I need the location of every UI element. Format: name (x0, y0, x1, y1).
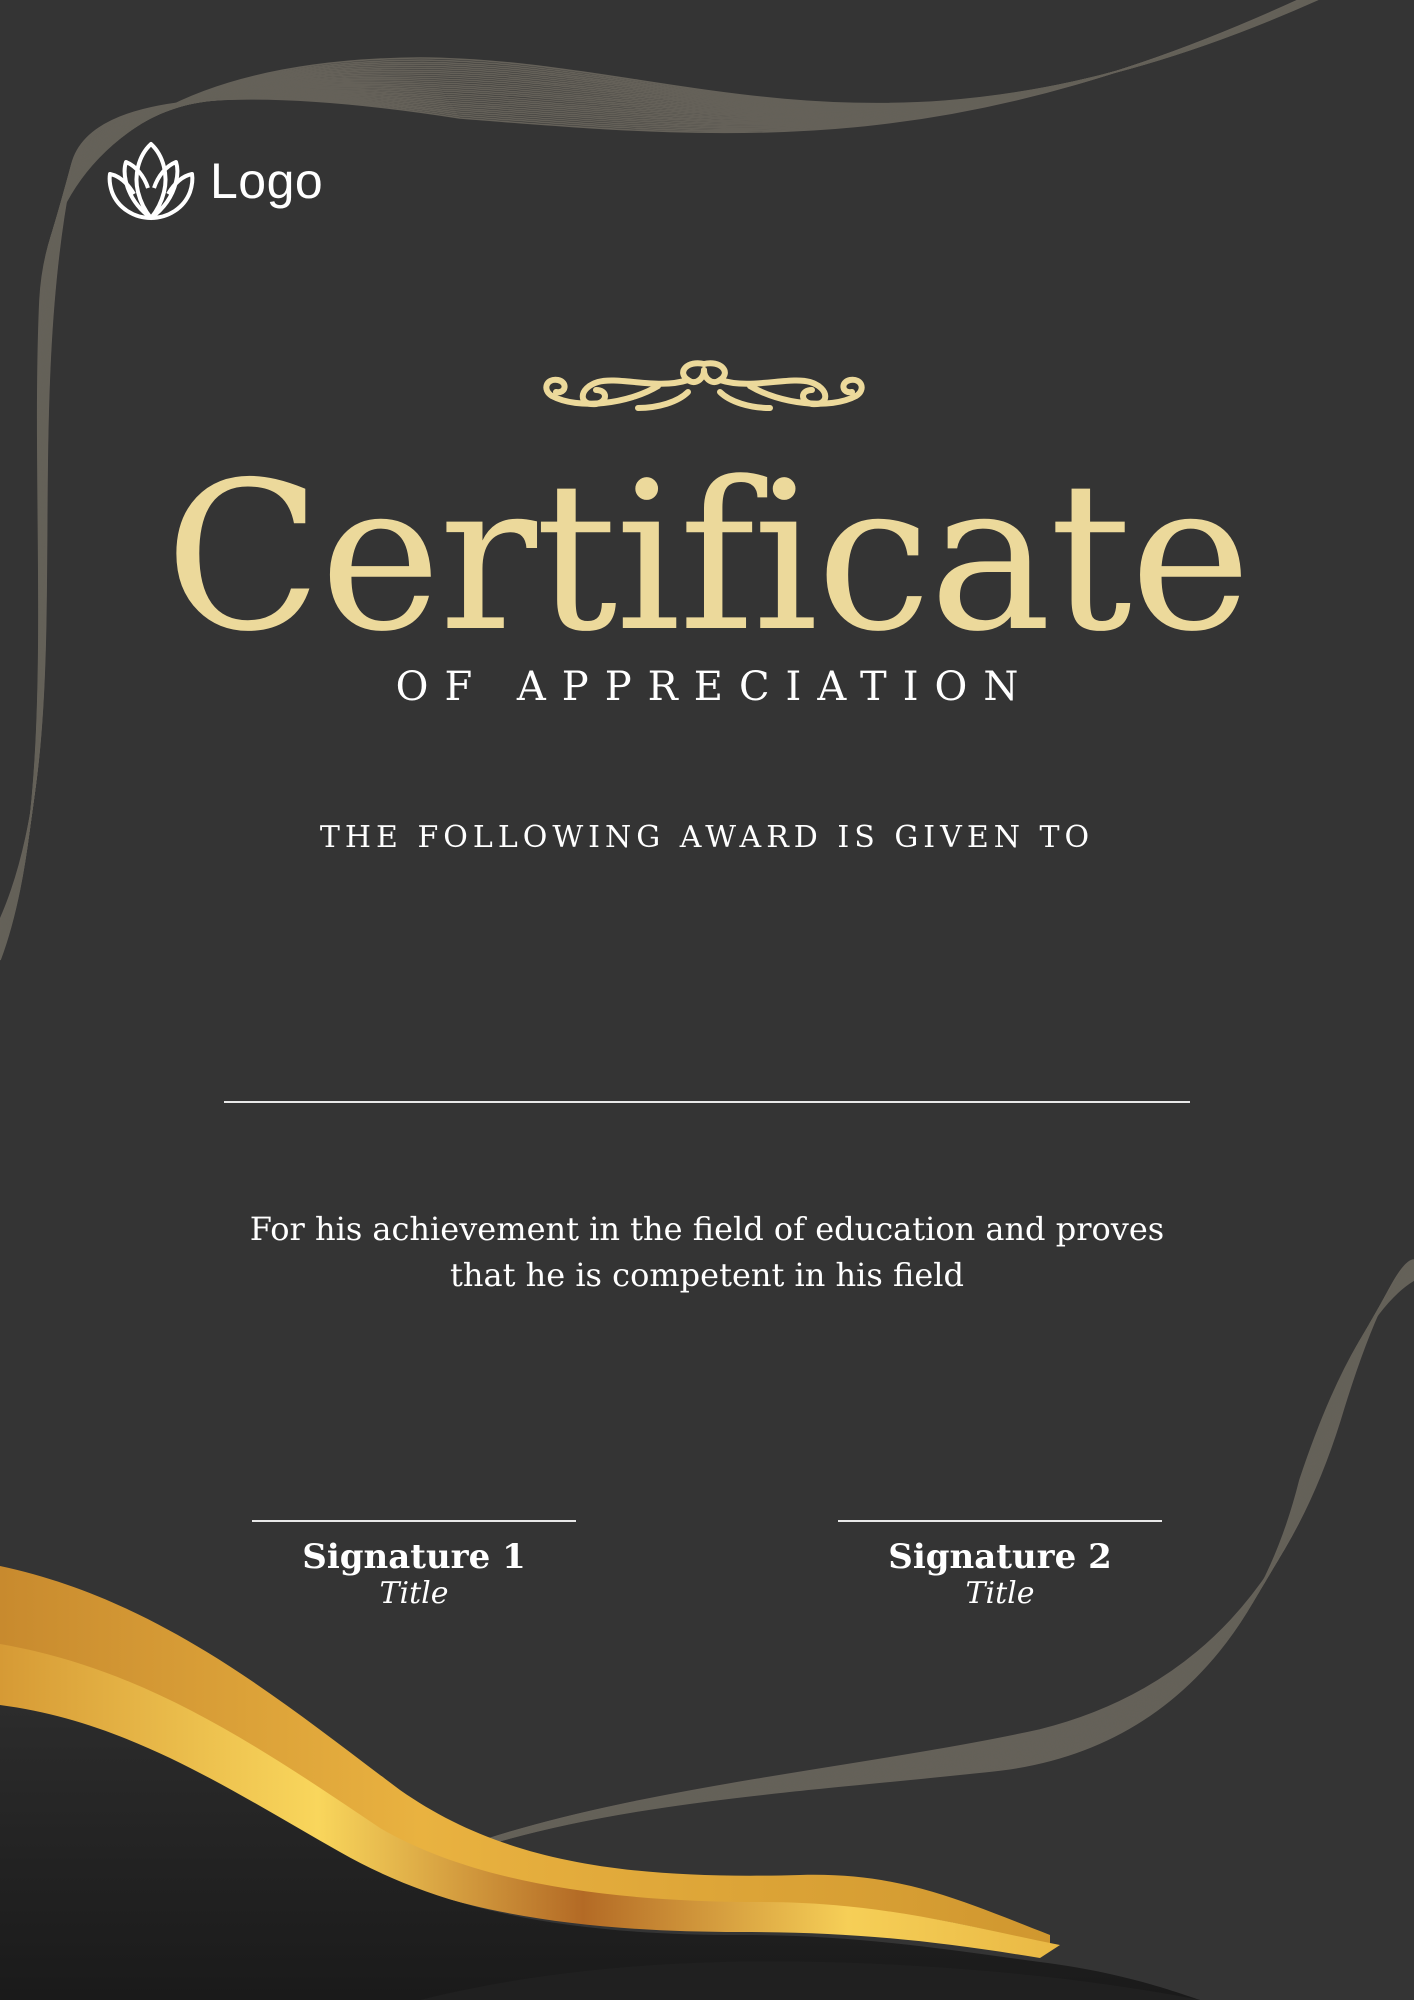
certificate-subtitle: OF APPRECIATION (395, 664, 1035, 710)
signature-name: Signature 1 (302, 1537, 526, 1577)
certificate-page: Logo Certificate OF APPRECIATION THE FOL… (0, 0, 1414, 2000)
logo-text: Logo (210, 153, 324, 209)
logo: Logo (104, 138, 323, 224)
decorative-background (0, 0, 1414, 2000)
award-given-to-text: THE FOLLOWING AWARD IS GIVEN TO (319, 820, 1095, 855)
award-description: For his achievement in the field of educ… (249, 1210, 1165, 1294)
signature-line (838, 1520, 1162, 1522)
signature-block-1: Signature 1 Title (252, 1520, 576, 1612)
signature-title: Title (965, 1576, 1035, 1611)
signature-title: Title (379, 1576, 449, 1611)
signature-name: Signature 2 (888, 1537, 1112, 1577)
signature-line (252, 1520, 576, 1522)
flourish-ornament (543, 360, 865, 411)
lotus-icon (107, 142, 195, 220)
recipient-name-line (224, 1101, 1190, 1103)
signature-block-2: Signature 2 Title (838, 1520, 1162, 1612)
certificate-title: Certificate (164, 439, 1251, 677)
